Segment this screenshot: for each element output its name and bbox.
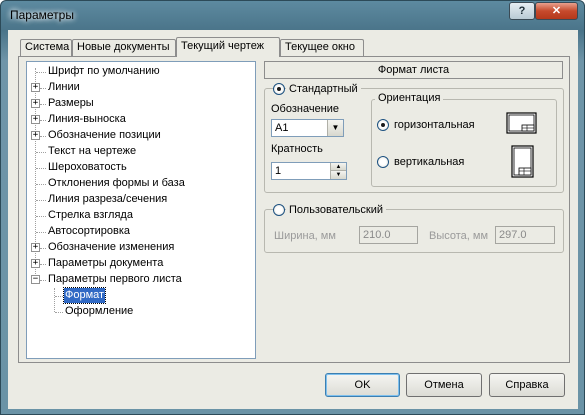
portrait-sheet-icon [511, 145, 534, 178]
title-bar[interactable]: Параметры ? ✕ [1, 1, 584, 29]
spin-up-icon[interactable]: ▲ [330, 163, 346, 171]
tree-item[interactable]: + Линии [27, 80, 253, 96]
custom-radio-label[interactable]: Пользовательский [286, 204, 386, 217]
tree-connector [36, 184, 46, 185]
tree-connector [40, 248, 46, 249]
ok-button[interactable]: OK [325, 373, 400, 397]
designation-value: A1 [275, 122, 289, 134]
tree-item-label: Линии [48, 81, 80, 93]
tree-item-label: Автосортировка [48, 225, 131, 237]
designation-label: Обозначение [271, 103, 340, 115]
tree-item-label: Обозначение изменения [48, 241, 175, 253]
width-label: Ширина, мм [274, 230, 336, 242]
tree-item-label: Отклонения формы и база [48, 177, 185, 189]
tree-item-label: Параметры документа [48, 257, 164, 269]
height-label: Высота, мм [429, 230, 489, 242]
tree-item[interactable]: Автосортировка [27, 224, 253, 240]
width-input[interactable]: 210.0 [359, 226, 418, 244]
tab-system[interactable]: Система [20, 39, 72, 56]
custom-label-text: Пользовательский [289, 204, 383, 216]
tab-current-drawing[interactable]: Текущий чертеж [176, 37, 280, 57]
tree-item[interactable]: + Линия-выноска [27, 112, 253, 128]
tree-item[interactable]: Отклонения формы и база [27, 176, 253, 192]
custom-radio[interactable] [273, 204, 285, 216]
tree-item-label: Параметры первого листа [48, 273, 182, 285]
tree-item[interactable]: Шрифт по умолчанию [27, 64, 253, 80]
cancel-button[interactable]: Отмена [406, 373, 482, 397]
tree-item-format[interactable]: Формат [27, 287, 253, 304]
standard-radio[interactable] [273, 83, 285, 95]
tree-item-label: Шрифт по умолчанию [48, 65, 160, 77]
tab-new-documents[interactable]: Новые документы [72, 39, 176, 56]
landscape-sheet-icon [506, 112, 537, 134]
tree-connector [40, 264, 46, 265]
expand-icon[interactable]: + [31, 259, 40, 268]
tree-item-label: Шероховатость [48, 161, 127, 173]
tree-item[interactable]: + Параметры документа [27, 256, 253, 272]
tree-connector [36, 72, 46, 73]
tree-connector [40, 104, 46, 105]
tab-current-window[interactable]: Текущее окно [280, 39, 364, 56]
section-header: Формат листа [264, 61, 563, 79]
help-button[interactable]: Справка [489, 373, 565, 397]
tree-connector [36, 216, 46, 217]
landscape-label[interactable]: горизонтальная [394, 119, 475, 131]
tab-panel: Шрифт по умолчанию + Линии + Размеры + Л… [18, 56, 570, 363]
tree-item-label: Формат [62, 287, 107, 304]
height-input[interactable]: 297.0 [495, 226, 555, 244]
orientation-legend: Ориентация [375, 92, 444, 105]
expand-icon[interactable]: + [31, 131, 40, 140]
multiplicity-spinner[interactable]: 1 ▲ ▼ [271, 162, 347, 180]
tree-item[interactable]: Шероховатость [27, 160, 253, 176]
tree-connector [36, 232, 46, 233]
tree-item[interactable]: Текст на чертеже [27, 144, 253, 160]
dialog-window: Параметры ? ✕ Система Новые документы Те… [0, 0, 585, 415]
standard-label-text: Стандартный [289, 83, 358, 95]
tree-connector [40, 280, 46, 281]
multiplicity-label: Кратность [271, 143, 323, 155]
tree-item[interactable]: Стрелка взгляда [27, 208, 253, 224]
tree-connector [55, 312, 63, 313]
tree-connector [55, 296, 63, 297]
tree-connector [36, 168, 46, 169]
tree-item-label: Стрелка взгляда [48, 209, 133, 221]
expand-icon[interactable]: + [31, 99, 40, 108]
portrait-radio[interactable] [377, 156, 389, 168]
multiplicity-value: 1 [275, 165, 282, 177]
tree-item[interactable]: − Параметры первого листа [27, 272, 253, 288]
portrait-label[interactable]: вертикальная [394, 156, 464, 168]
landscape-radio[interactable] [377, 119, 389, 131]
tree-connector [36, 200, 46, 201]
expand-icon[interactable]: + [31, 243, 40, 252]
tree-connector [40, 136, 46, 137]
tree-item-label: Оформление [65, 305, 134, 317]
expand-icon[interactable]: + [31, 83, 40, 92]
collapse-icon[interactable]: − [31, 275, 40, 284]
standard-radio-label[interactable]: Стандартный [286, 83, 361, 96]
tree-item-label: Линия-выноска [48, 113, 126, 125]
tree-item[interactable]: Линия разреза/сечения [27, 192, 253, 208]
window-title: Параметры [10, 8, 74, 22]
tree-item[interactable]: + Обозначение позиции [27, 128, 253, 144]
tree-connector [40, 88, 46, 89]
tree-item-label: Обозначение позиции [48, 129, 161, 141]
tree-item-label: Линия разреза/сечения [48, 193, 168, 205]
help-title-button[interactable]: ? [509, 2, 535, 20]
tree-item[interactable]: + Размеры [27, 96, 253, 112]
chevron-down-icon[interactable]: ▼ [327, 120, 343, 136]
spin-down-icon[interactable]: ▼ [330, 171, 346, 179]
tree-item-label: Текст на чертеже [48, 145, 137, 157]
designation-select[interactable]: A1 ▼ [271, 119, 344, 137]
dialog-client-area: Система Новые документы Текущий чертеж Т… [8, 30, 578, 409]
settings-tree[interactable]: Шрифт по умолчанию + Линии + Размеры + Л… [26, 61, 256, 359]
tree-connector [36, 152, 46, 153]
expand-icon[interactable]: + [31, 115, 40, 124]
tree-item-design[interactable]: Оформление [27, 304, 253, 320]
close-button[interactable]: ✕ [535, 2, 578, 20]
tree-connector [40, 120, 46, 121]
tree-item-label: Размеры [48, 97, 94, 109]
tree-item[interactable]: + Обозначение изменения [27, 240, 253, 256]
